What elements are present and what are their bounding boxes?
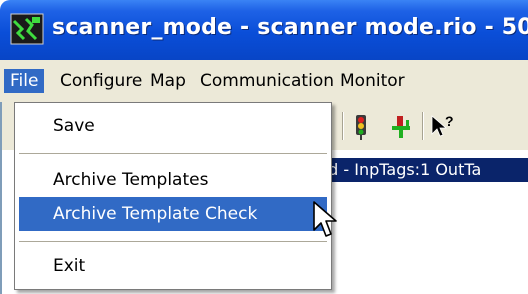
menu-bar: File Configure Map Communication Monitor <box>0 60 528 103</box>
window-border <box>0 102 2 294</box>
menu-monitor[interactable]: Monitor <box>334 69 411 93</box>
menu-communication[interactable]: Communication <box>194 69 340 93</box>
menu-map[interactable]: Map <box>144 69 192 93</box>
toolbar-separator <box>422 112 423 140</box>
title-bar[interactable]: scanner_mode - scanner mode.rio - 50 <box>0 0 528 60</box>
menu-configure[interactable]: Configure <box>54 69 148 93</box>
application-window: scanner_mode - scanner mode.rio - 50 Fil… <box>0 0 528 294</box>
menu-item-archive-templates[interactable]: Archive Templates <box>19 163 327 197</box>
file-menu-dropdown: Save Archive Templates Archive Template … <box>14 102 332 290</box>
traffic-light-icon[interactable] <box>346 112 376 142</box>
toolbar-separator <box>342 112 343 140</box>
app-icon <box>10 13 44 45</box>
menu-item-exit[interactable]: Exit <box>19 249 327 283</box>
menu-file[interactable]: File <box>4 69 45 93</box>
menu-item-save[interactable]: Save <box>19 109 327 143</box>
plug-green-icon[interactable] <box>386 112 416 142</box>
mouse-cursor-icon <box>313 201 337 237</box>
help-pointer-icon[interactable]: ? <box>428 112 458 142</box>
window-title: scanner_mode - scanner mode.rio - 50 <box>52 15 528 40</box>
menu-separator <box>19 153 327 154</box>
menu-separator <box>19 241 327 242</box>
menu-item-archive-template-check[interactable]: Archive Template Check <box>19 197 327 231</box>
svg-text:?: ? <box>445 113 454 129</box>
